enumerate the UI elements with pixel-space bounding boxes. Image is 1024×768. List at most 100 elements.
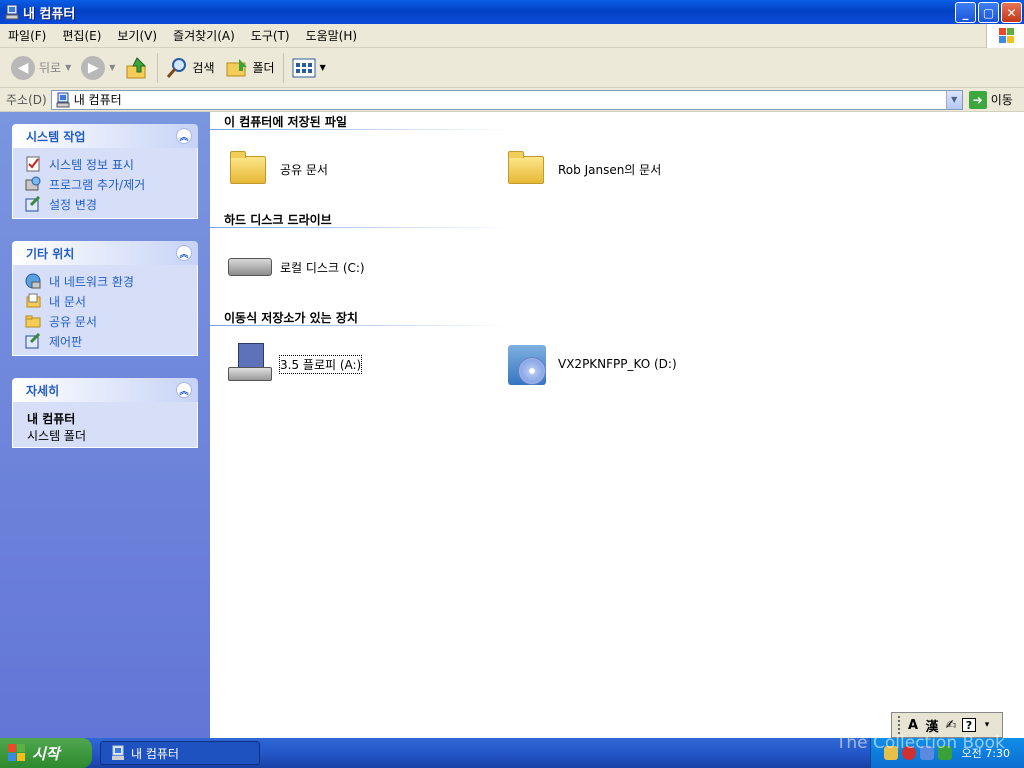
section-divider	[210, 129, 510, 130]
windows-logo-icon	[8, 744, 26, 762]
collapse-chevron-icon[interactable]: ︽	[176, 245, 192, 261]
ime-drag-handle-icon[interactable]	[898, 716, 902, 734]
views-button[interactable]: ▼	[287, 51, 331, 85]
start-button[interactable]: 시작	[0, 738, 92, 768]
close-button[interactable]: ✕	[1001, 2, 1022, 23]
folder-icon	[226, 146, 272, 192]
back-arrow-icon: ◀	[11, 55, 35, 80]
my-documents-icon	[26, 293, 41, 308]
sidebar-item-label: 시스템 정보 표시	[49, 157, 134, 172]
go-arrow-icon: ➜	[968, 90, 987, 109]
details-type: 시스템 폴더	[27, 429, 87, 443]
ime-hanja-button[interactable]: 漢	[924, 716, 940, 735]
forward-arrow-icon: ▶	[81, 55, 106, 80]
menu-help[interactable]: 도움말(H)	[298, 27, 366, 44]
taskbar-item-my-computer[interactable]: 내 컴퓨터	[100, 741, 260, 765]
details-title: 자세히	[26, 383, 60, 398]
search-label: 검색	[192, 61, 215, 75]
sidebar-item-network-places[interactable]: 내 네트워크 환경	[25, 271, 197, 291]
sidebar-item-label: 내 문서	[49, 294, 86, 309]
section-title: 이동식 저장소가 있는 장치	[224, 311, 358, 325]
mouse-cursor-icon	[475, 245, 488, 265]
menu-bar: 파일(F) 편집(E) 보기(V) 즐겨찾기(A) 도구(T) 도움말(H)	[0, 24, 1024, 48]
details-name: 내 컴퓨터	[27, 412, 76, 426]
cd-drive-icon	[504, 341, 550, 387]
sidebar-item-my-documents[interactable]: 내 문서	[25, 291, 197, 311]
title-bar[interactable]: 내 컴퓨터 _ ▢ ✕	[0, 0, 1024, 24]
item-label: Rob Jansen의 문서	[558, 162, 662, 177]
go-label: 이동	[990, 93, 1013, 107]
system-tasks-title: 시스템 작업	[26, 129, 86, 144]
watermark: The Collection Book	[836, 733, 1005, 753]
section-title: 이 컴퓨터에 저장된 파일	[224, 115, 347, 129]
ime-pad-icon[interactable]: ✍	[943, 716, 959, 734]
forward-dropdown-icon: ▼	[109, 63, 116, 72]
other-places-title: 기타 위치	[26, 246, 75, 261]
taskbar-item-label: 내 컴퓨터	[131, 746, 179, 761]
sidebar-item-label: 내 네트워크 환경	[49, 274, 134, 289]
ime-help-button[interactable]: ?	[962, 718, 976, 732]
sidebar-item-change-setting[interactable]: 설정 변경	[25, 194, 197, 214]
shared-documents-item[interactable]: 공유 문서	[226, 146, 328, 192]
views-icon	[292, 58, 316, 77]
start-label: 시작	[32, 744, 60, 763]
item-label: VX2PKNFPP_KO (D:)	[558, 357, 677, 371]
views-dropdown-icon: ▼	[319, 63, 326, 72]
address-bar: 주소(D) 내 컴퓨터 ▼ ➜ 이동	[0, 88, 1024, 112]
folders-button[interactable]: 폴더	[220, 51, 280, 85]
floppy-a-item[interactable]: 3.5 플로피 (A:)	[226, 341, 363, 387]
menu-favorites[interactable]: 즐겨찾기(A)	[165, 27, 243, 44]
control-panel-icon	[25, 333, 41, 349]
sidebar-item-label: 공유 문서	[49, 314, 97, 329]
folders-label: 폴더	[252, 61, 275, 75]
sidebar-item-control-panel[interactable]: 제어판	[25, 331, 197, 351]
item-label: 로컬 디스크 (C:)	[280, 260, 365, 275]
system-tasks-panel: 시스템 작업 ︽ 시스템 정보 표시 프로그램 추가/제거 설정 변경	[12, 124, 198, 219]
search-button[interactable]: 검색	[161, 51, 219, 85]
sidebar-item-add-remove-programs[interactable]: 프로그램 추가/제거	[25, 174, 197, 194]
collapse-chevron-icon[interactable]: ︽	[176, 382, 192, 398]
section-title: 하드 디스크 드라이브	[224, 213, 332, 227]
menu-edit[interactable]: 편집(E)	[54, 27, 109, 44]
collapse-chevron-icon[interactable]: ︽	[176, 128, 192, 144]
minimize-button[interactable]: _	[955, 2, 976, 23]
ime-menu-icon[interactable]: ▾	[979, 716, 995, 734]
add-remove-programs-icon	[25, 176, 41, 191]
address-dropdown-icon[interactable]: ▼	[945, 90, 962, 109]
local-disk-c-item[interactable]: 로컬 디스크 (C:)	[226, 244, 365, 290]
ime-english-mode-button[interactable]: A	[905, 716, 921, 734]
toolbar-separator	[157, 52, 159, 83]
network-places-icon	[25, 273, 41, 289]
menu-view[interactable]: 보기(V)	[109, 27, 165, 44]
sidebar-item-system-info[interactable]: 시스템 정보 표시	[25, 154, 197, 174]
system-tasks-header[interactable]: 시스템 작업 ︽	[12, 124, 198, 148]
control-panel-icon	[25, 196, 41, 212]
back-button[interactable]: ◀ 뒤로 ▼	[6, 51, 76, 85]
go-button[interactable]: ➜ 이동	[968, 90, 1013, 109]
folder-icon	[504, 146, 550, 192]
system-info-icon	[26, 156, 40, 172]
address-input[interactable]: 내 컴퓨터 ▼	[50, 89, 963, 110]
details-header[interactable]: 자세히 ︽	[12, 378, 198, 402]
sidebar-item-shared-documents[interactable]: 공유 문서	[25, 311, 197, 331]
up-folder-button[interactable]	[120, 51, 154, 85]
item-label: 공유 문서	[280, 162, 328, 177]
floppy-drive-icon	[226, 341, 272, 387]
forward-button[interactable]: ▶ ▼	[76, 51, 120, 85]
menu-tools[interactable]: 도구(T)	[243, 27, 298, 44]
hard-disk-icon	[226, 244, 272, 290]
toolbar-separator	[282, 52, 284, 83]
windows-logo-icon	[986, 24, 1024, 48]
cd-drive-d-item[interactable]: VX2PKNFPP_KO (D:)	[504, 341, 677, 387]
maximize-button[interactable]: ▢	[978, 2, 999, 23]
sidebar-item-label: 제어판	[49, 334, 83, 349]
section-divider	[210, 227, 510, 228]
address-value: 내 컴퓨터	[73, 93, 122, 107]
other-places-header[interactable]: 기타 위치 ︽	[12, 241, 198, 265]
details-panel: 자세히 ︽ 내 컴퓨터 시스템 폴더	[12, 378, 198, 448]
back-dropdown-icon: ▼	[65, 63, 72, 72]
user-documents-item[interactable]: Rob Jansen의 문서	[504, 146, 661, 192]
menu-file[interactable]: 파일(F)	[0, 27, 54, 44]
search-icon	[167, 57, 187, 78]
sidebar-item-label: 프로그램 추가/제거	[49, 177, 146, 192]
